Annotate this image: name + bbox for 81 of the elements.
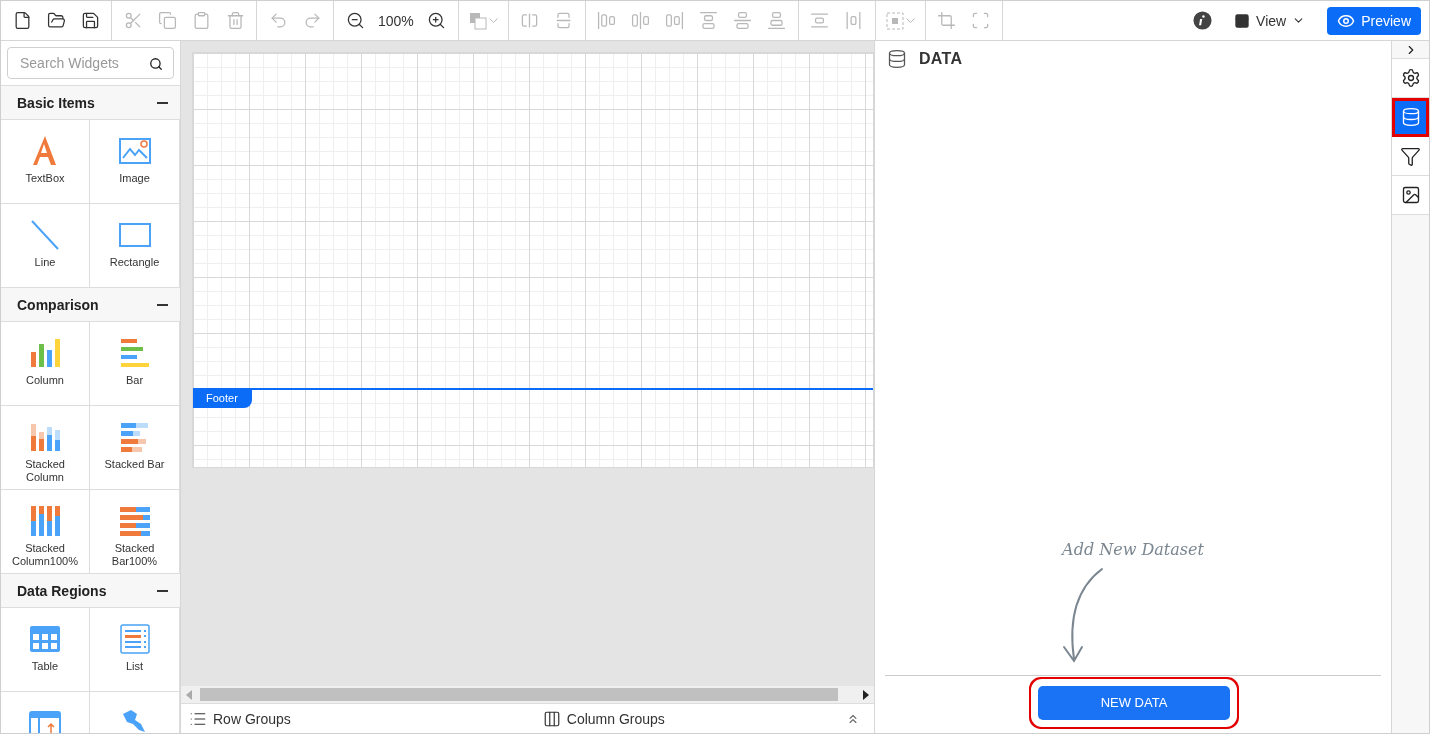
layers-icon	[468, 11, 487, 30]
widget-label: Bar	[125, 374, 144, 387]
panel-title: DATA	[919, 50, 963, 68]
widget-tile[interactable]: TextBox	[1, 120, 90, 204]
horizontal-scrollbar[interactable]	[181, 686, 874, 703]
widget-tile[interactable]: Rectangle	[90, 204, 180, 288]
database-icon	[1400, 107, 1421, 127]
image-panel-button[interactable]	[1392, 176, 1429, 215]
view-button[interactable]: View	[1230, 8, 1310, 33]
settings-panel-button[interactable]	[1392, 59, 1429, 98]
scissors-icon	[123, 11, 143, 30]
copy-icon	[157, 11, 177, 30]
zoom-level-button[interactable]: 100%	[372, 4, 420, 37]
align-middle-icon	[733, 11, 753, 30]
trash-icon	[225, 11, 245, 30]
widget-label: Image	[119, 172, 150, 185]
folder-icon	[46, 11, 66, 30]
search-field[interactable]: Search Widgets	[7, 47, 174, 79]
collapse-icon	[157, 589, 168, 592]
distribute-icon	[810, 11, 830, 30]
columns-icon	[542, 709, 561, 728]
footer-tab[interactable]: Footer	[193, 389, 252, 408]
section-title: Basic Items	[17, 94, 95, 111]
search-icon	[149, 57, 163, 71]
widget-tile[interactable]: List	[90, 608, 180, 692]
section-title: Data Regions	[17, 582, 107, 599]
database-icon	[887, 49, 907, 69]
section-header[interactable]: Data Regions	[1, 574, 180, 608]
align-top-icon	[699, 11, 719, 30]
caret-icon	[905, 18, 915, 23]
report-design-surface[interactable]: Footer	[192, 52, 874, 468]
zoom-out-icon	[345, 11, 365, 30]
filter-icon	[1400, 145, 1421, 167]
align-bottom-icon	[767, 11, 787, 30]
split-icon	[520, 11, 540, 30]
scroll-left-icon[interactable]	[185, 689, 193, 700]
widget-label: Column	[26, 374, 64, 387]
widget-label: Stacked Bar100%	[110, 542, 159, 568]
widget-label: Line	[34, 256, 56, 269]
section-header[interactable]: Comparison	[1, 288, 180, 322]
collapse-icon	[157, 101, 168, 104]
align-center-icon	[631, 11, 651, 30]
center-icon	[971, 11, 991, 30]
save-icon	[80, 11, 100, 30]
section-title: Comparison	[17, 296, 99, 313]
filter-panel-button[interactable]	[1392, 137, 1429, 176]
row-groups-tab[interactable]: Row Groups	[189, 709, 291, 728]
crop-icon	[937, 11, 957, 30]
collapse-icon	[157, 303, 168, 306]
column-groups-tab[interactable]: Column Groups	[542, 709, 665, 728]
widget-label: Table	[31, 660, 59, 673]
widget-label: Stacked Bar	[104, 458, 165, 471]
widget-tile[interactable]: Image	[90, 120, 180, 204]
settings-icon	[1400, 68, 1421, 88]
widget-label: TextBox	[25, 172, 65, 185]
align-left-icon	[597, 11, 617, 30]
hint-text: Add New Dataset	[1062, 540, 1204, 559]
info-icon[interactable]	[1193, 11, 1213, 30]
widget-label: List	[125, 660, 144, 673]
layout-icon	[1234, 12, 1251, 29]
dashed-square-icon	[885, 11, 904, 30]
widget-tile[interactable]: Bar	[90, 322, 180, 406]
image-icon	[1400, 185, 1421, 205]
widget-tile[interactable]: Table	[1, 608, 90, 692]
widget-tile[interactable]: Stacked Bar	[90, 406, 180, 490]
preview-button[interactable]: Preview	[1327, 6, 1421, 35]
scrollbar-thumb[interactable]	[200, 688, 838, 701]
widget-tile[interactable]: Column	[1, 322, 90, 406]
widget-label: Stacked Column100%	[10, 542, 79, 568]
align-right-icon	[665, 11, 685, 30]
widget-tile[interactable]: Stacked Column	[1, 406, 90, 490]
widget-tile[interactable]: Stacked Bar100%	[90, 490, 180, 574]
section-header[interactable]: Basic Items	[1, 86, 180, 120]
scroll-right-icon[interactable]	[862, 689, 870, 700]
widget-tile[interactable]: Line	[1, 204, 90, 288]
zoom-in-icon	[427, 11, 447, 30]
caret-icon	[488, 18, 498, 23]
widget-label: Rectangle	[109, 256, 160, 269]
widget-label: Stacked Column	[24, 458, 66, 484]
widget-tile[interactable]: Stacked Column100%	[1, 490, 90, 574]
data-panel-button[interactable]	[1392, 98, 1429, 137]
